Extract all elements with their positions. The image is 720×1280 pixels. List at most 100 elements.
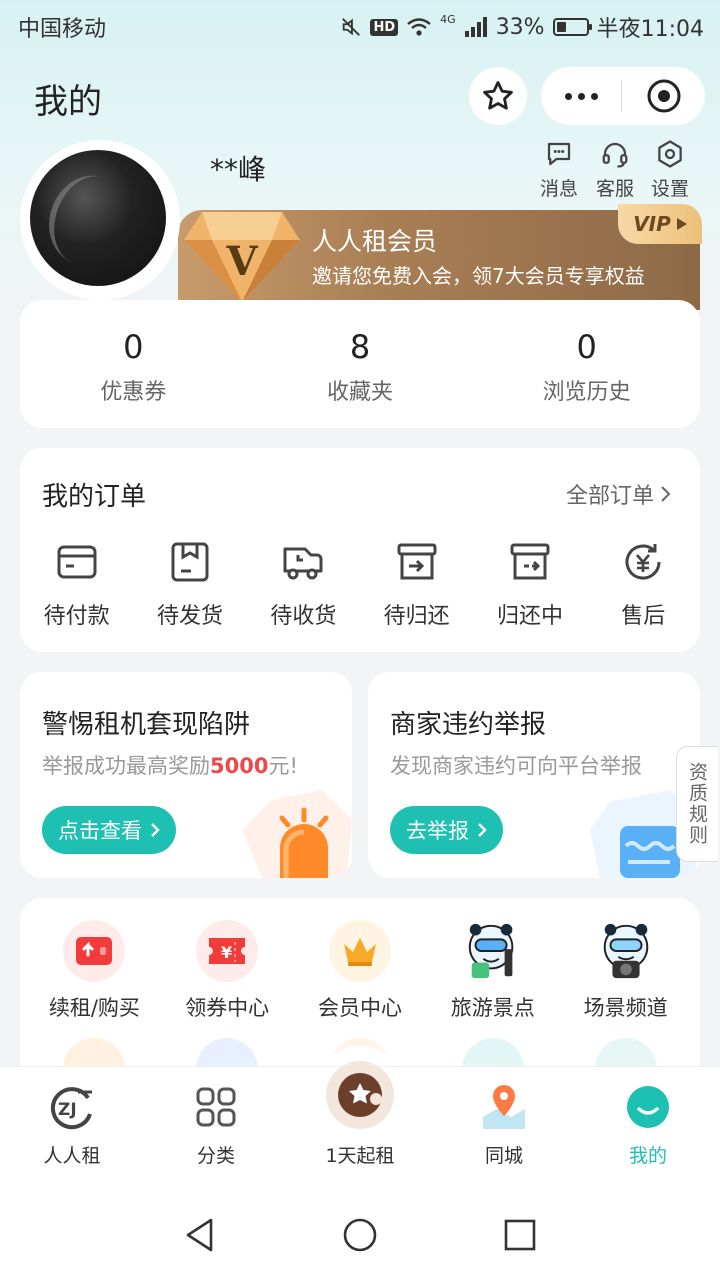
tab-one-day-rent[interactable]: 1天起租 bbox=[288, 1061, 432, 1190]
promo-subtitle: 举报成功最高奖励5000元! bbox=[42, 750, 298, 780]
back-icon[interactable] bbox=[183, 1217, 217, 1253]
renew-icon bbox=[76, 937, 113, 965]
service-label: 续租/购买 bbox=[48, 996, 140, 1020]
status-bar: 中国移动 HD 4G 33% 半夜11:04 bbox=[0, 0, 720, 50]
order-label: 待付款 bbox=[43, 604, 110, 629]
miniapp-capsule bbox=[541, 67, 705, 125]
tab-home[interactable]: ZJ 人人租 bbox=[0, 1067, 144, 1190]
service-travel-spots[interactable]: 旅游景点 bbox=[426, 920, 559, 1022]
tab-mine[interactable]: 我的 bbox=[576, 1067, 720, 1190]
order-status-row: 待付款 待发货 待收货 待归还 归还中 售后 bbox=[20, 540, 700, 630]
promo-card-merchant-report[interactable]: 商家违约举报 发现商家违约可向平台举报 去举报 bbox=[368, 672, 700, 878]
svg-text:¥: ¥ bbox=[221, 943, 232, 962]
order-label: 待发货 bbox=[156, 604, 223, 629]
stat-value: 0 bbox=[576, 328, 597, 366]
more-dot bbox=[590, 92, 598, 100]
home-icon[interactable] bbox=[342, 1217, 378, 1253]
target-icon bbox=[647, 79, 680, 113]
service-label: 场景频道 bbox=[583, 996, 668, 1020]
stat-label: 收藏夹 bbox=[327, 380, 394, 405]
headset-icon bbox=[602, 142, 628, 168]
promo-subtitle: 发现商家违约可向平台举报 bbox=[390, 754, 642, 778]
chevron-right-icon bbox=[151, 823, 160, 837]
star-icon bbox=[483, 81, 513, 110]
play-arrow-icon bbox=[676, 218, 687, 230]
recents-icon[interactable] bbox=[503, 1218, 537, 1252]
mute-icon bbox=[342, 18, 361, 36]
view-details-button[interactable]: 点击查看 bbox=[42, 806, 176, 854]
stat-value: 8 bbox=[349, 328, 371, 366]
order-label: 待收货 bbox=[270, 604, 337, 629]
qualification-rules-tab[interactable]: 资质规则 bbox=[676, 746, 718, 862]
vip-diamond-badge: V bbox=[182, 200, 302, 308]
settings-button[interactable]: 设置 bbox=[640, 138, 700, 201]
truck-icon bbox=[283, 547, 323, 580]
stat-history[interactable]: 0 浏览历史 bbox=[473, 300, 700, 428]
tab-label: 同城 bbox=[484, 1145, 523, 1167]
services-row: 续租/购买 ¥ 领券中心 会员中心 旅游景点 场景频道 bbox=[20, 920, 700, 1022]
order-pending-return[interactable]: 待归还 bbox=[360, 540, 473, 630]
vip-badge-letter: V bbox=[225, 238, 258, 285]
clock: 半夜11:04 bbox=[596, 17, 704, 42]
vip-tag-label: VIP bbox=[633, 212, 671, 236]
promo-subtitle-prefix: 举报成功最高奖励 bbox=[42, 754, 210, 778]
status-icons: HD 4G 33% 半夜11:04 bbox=[340, 11, 704, 43]
favorite-button[interactable] bbox=[469, 67, 527, 125]
customer-service-label: 客服 bbox=[595, 178, 634, 200]
stat-favorites[interactable]: 8 收藏夹 bbox=[247, 300, 474, 428]
view-details-label: 点击查看 bbox=[58, 819, 142, 843]
vip-tag[interactable]: VIP bbox=[618, 204, 702, 244]
report-button[interactable]: 去举报 bbox=[390, 806, 503, 854]
one-day-rent-icon bbox=[326, 1061, 394, 1129]
all-orders-label: 全部订单 bbox=[565, 484, 654, 509]
stat-label: 浏览历史 bbox=[542, 380, 631, 405]
customer-service-button[interactable]: 客服 bbox=[585, 138, 645, 201]
crown-icon bbox=[343, 938, 376, 966]
messages-button[interactable]: 消息 bbox=[529, 138, 589, 201]
more-button[interactable] bbox=[541, 92, 621, 100]
service-label: 会员中心 bbox=[317, 996, 402, 1020]
order-after-sale[interactable]: 售后 bbox=[587, 540, 700, 630]
settings-label: 设置 bbox=[650, 178, 689, 200]
tab-label: 我的 bbox=[628, 1145, 667, 1167]
promo-card-fraud-warning[interactable]: 警惕租机套现陷阱 举报成功最高奖励5000元! 点击查看 bbox=[20, 672, 352, 878]
tab-category[interactable]: 分类 bbox=[144, 1067, 288, 1190]
promo-reward-amount: 5000 bbox=[210, 754, 269, 778]
bottom-tab-bar: ZJ 人人租 分类 1天起租 同城 我的 bbox=[0, 1061, 720, 1190]
all-orders-link[interactable]: 全部订单 bbox=[566, 478, 672, 510]
service-renew-buy[interactable]: 续租/购买 bbox=[28, 920, 161, 1022]
stat-value: 0 bbox=[123, 328, 144, 366]
stat-coupons[interactable]: 0 优惠券 bbox=[20, 300, 247, 428]
report-label: 去举报 bbox=[406, 819, 469, 843]
promo-title: 商家违约举报 bbox=[390, 710, 547, 740]
order-pending-shipment[interactable]: 待发货 bbox=[133, 540, 246, 630]
profile-smile-icon bbox=[627, 1086, 669, 1128]
promo-title: 警惕租机套现陷阱 bbox=[42, 710, 251, 740]
close-miniapp-button[interactable] bbox=[622, 78, 705, 114]
promo-subtitle-suffix: 元! bbox=[268, 754, 298, 778]
settings-icon bbox=[658, 140, 682, 168]
chevron-right-icon bbox=[661, 486, 671, 502]
service-scene-channel[interactable]: 场景频道 bbox=[559, 920, 692, 1022]
stat-label: 优惠券 bbox=[100, 380, 167, 405]
battery-fill bbox=[556, 22, 566, 32]
coupon-icon: ¥ bbox=[209, 938, 246, 964]
tab-local[interactable]: 同城 bbox=[432, 1067, 576, 1190]
order-label: 归还中 bbox=[496, 604, 563, 629]
avatar-image bbox=[30, 150, 166, 286]
battery-icon bbox=[552, 18, 592, 36]
vip-title: 人人租会员 bbox=[312, 227, 438, 256]
returning-box-icon bbox=[510, 543, 550, 580]
svg-text:ZJ: ZJ bbox=[58, 1100, 77, 1120]
avatar[interactable] bbox=[20, 140, 180, 300]
rrz-logo-icon: ZJ bbox=[50, 1087, 92, 1130]
service-coupon-center[interactable]: ¥ 领券中心 bbox=[161, 920, 294, 1022]
order-pending-receipt[interactable]: 待收货 bbox=[247, 540, 360, 630]
order-returning[interactable]: 归还中 bbox=[473, 540, 586, 630]
more-dot bbox=[564, 92, 572, 100]
stats-card: 0 优惠券 8 收藏夹 0 浏览历史 bbox=[20, 300, 700, 428]
order-pending-payment[interactable]: 待付款 bbox=[20, 540, 133, 630]
tab-label: 人人租 bbox=[43, 1145, 101, 1167]
scene-mascot-icon bbox=[603, 923, 648, 979]
service-member-center[interactable]: 会员中心 bbox=[294, 920, 427, 1022]
